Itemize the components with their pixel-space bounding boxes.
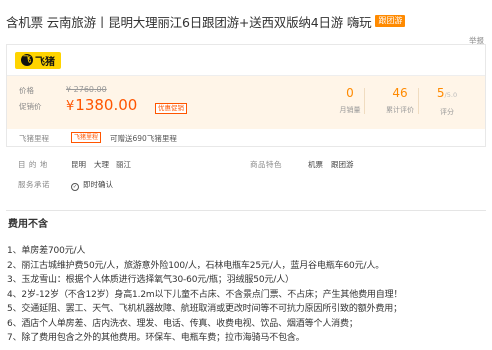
feature-group-tour: 跟团游 <box>331 160 354 169</box>
stat-value: 0 <box>346 86 354 100</box>
list-item: 7、除了费用包含之外的其他费用。环保车、电瓶车费；拉市海骑马不包含。 <box>7 333 305 343</box>
feature-flight: 机票 <box>308 160 323 169</box>
mileage-row: 飞猪里程 飞猪里程 可赠送690飞猪里程 <box>7 129 485 146</box>
service-promise: ✓ 即时确认 <box>71 179 113 191</box>
price-label: 价格 <box>19 86 34 95</box>
list-item: 5、交通延阻、罢工、天气、飞机机器故障、航班取消或更改时间等不可抗力原因所引致的… <box>7 304 402 314</box>
stat-rating: 5/5.0 评分 <box>417 84 477 117</box>
destination-dali[interactable]: 大理 <box>94 159 109 170</box>
product-feature-label: 商品特色 <box>250 160 282 169</box>
fees-excluded-section: 费用不含 1、单房差700元/人 2、丽江古城维护费50元/人，旅游意外险100… <box>6 210 486 343</box>
brand-bar: 飞 飞猪 <box>7 45 485 76</box>
destination-label: 目 的 地 <box>18 160 48 169</box>
fees-list: 1、单房差700元/人 2、丽江古城维护费50元/人，旅游意外险100/人，石林… <box>7 244 402 346</box>
list-item: 3、玉龙雪山：根据个人体质进行选择氧气30-60元/瓶；羽绒服50元/人） <box>7 275 294 285</box>
stat-value: 46 <box>392 86 408 100</box>
section-heading: 费用不含 <box>8 219 48 230</box>
product-title-row: 含机票 云南旅游丨昆明大理丽江6日跟团游+送西双版纳4日游 嗨玩 跟团游 <box>6 12 486 30</box>
sale-price: ¥1380.00 <box>66 96 137 114</box>
original-price: ¥ 2760.00 <box>66 85 107 94</box>
service-label: 服务承诺 <box>18 180 50 189</box>
fliggy-logo-icon: 飞 <box>21 54 33 66</box>
mileage-label: 飞猪里程 <box>19 134 49 143</box>
stat-caption: 评分 <box>440 108 454 116</box>
fliggy-logo-text: 飞猪 <box>35 56 55 68</box>
list-item: 1、单房差700元/人 <box>7 246 86 256</box>
mileage-text: 可赠送690飞猪里程 <box>110 134 177 143</box>
list-item: 4、2岁-12岁（不含12岁）身高1.2m以下儿童不占床、不含景点门票、不占床；… <box>7 289 403 300</box>
price-area: 价格 ¥ 2760.00 促销价 ¥1380.00 优惠促销 0 月销量 46 … <box>7 76 485 129</box>
product-title: 含机票 云南旅游丨昆明大理丽江6日跟团游+送西双版纳4日游 嗨玩 <box>6 14 372 30</box>
promo-tag: 优惠促销 <box>155 103 187 114</box>
service-value: 即时确认 <box>83 180 113 189</box>
sale-price-value: 1380.00 <box>75 96 138 114</box>
list-item: 2、丽江古城维护费50元/人，旅游意外险100/人，石林电瓶车25元/人，蓝月谷… <box>7 260 385 271</box>
sale-price-label: 促销价 <box>19 102 42 111</box>
stat-suffix: /5.0 <box>444 91 458 99</box>
mileage-tag: 飞猪里程 <box>71 132 102 143</box>
product-details: 目 的 地 昆明 大理 丽江 商品特色 机票 跟团游 服务承诺 ✓ 即时确认 <box>6 156 486 196</box>
destination-lijiang[interactable]: 丽江 <box>116 159 131 170</box>
stat-value: 5 <box>436 86 445 100</box>
destination-kunming[interactable]: 昆明 <box>71 159 86 170</box>
product-panel: 飞 飞猪 价格 ¥ 2760.00 促销价 ¥1380.00 优惠促销 0 月销… <box>6 44 486 147</box>
product-type-tag: 跟团游 <box>375 15 406 27</box>
check-circle-icon: ✓ <box>71 183 79 191</box>
stat-divider <box>364 88 365 114</box>
currency-symbol: ¥ <box>66 99 75 114</box>
fliggy-logo[interactable]: 飞 飞猪 <box>15 51 61 69</box>
list-item: 6、酒店个人单房差、店内洗衣、理发、电话、传真、收费电视、饮品、烟酒等个人消费； <box>7 318 358 329</box>
